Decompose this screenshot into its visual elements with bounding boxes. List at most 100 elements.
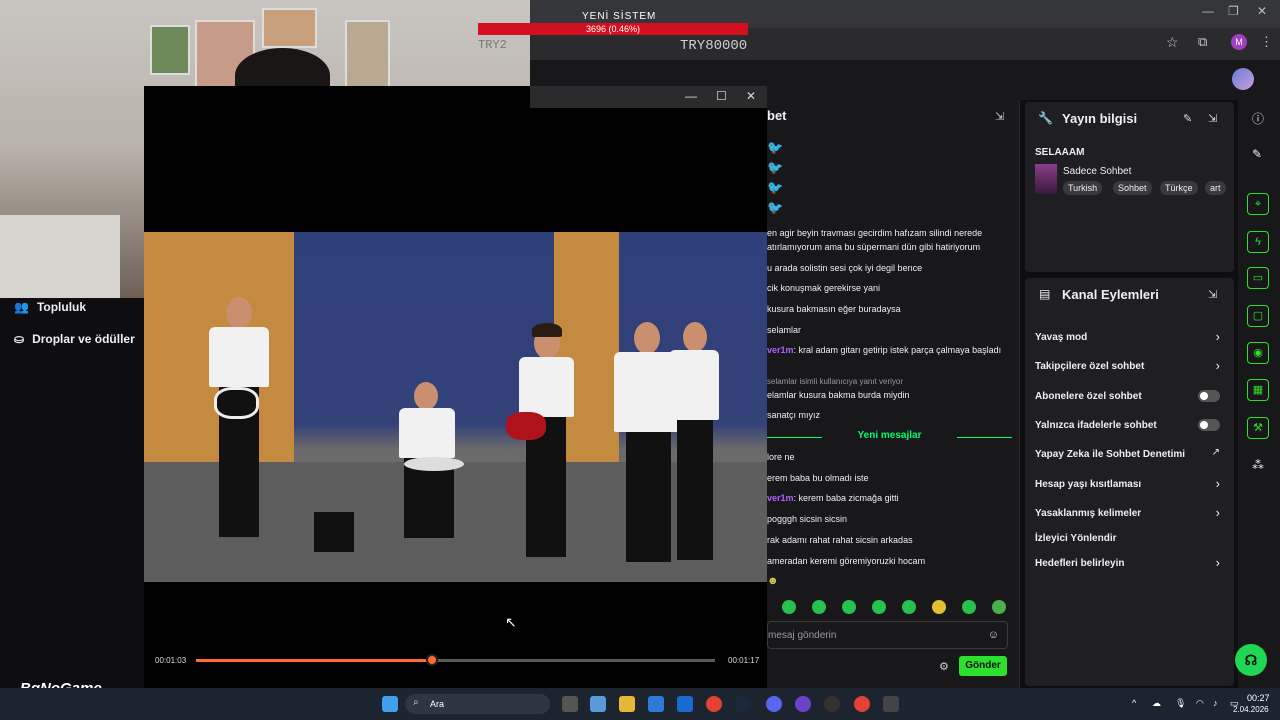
close-icon[interactable]: ✕ bbox=[746, 89, 756, 103]
pencil-icon[interactable]: ✎ bbox=[1252, 147, 1262, 161]
broadcast-icon[interactable]: ◉ bbox=[1247, 342, 1269, 364]
clip-icon[interactable]: ⌖ bbox=[1247, 193, 1269, 215]
category-boxart[interactable] bbox=[1035, 164, 1057, 194]
action-slow-mode[interactable]: Yavaş mod bbox=[1035, 332, 1087, 343]
channel-actions-panel: ▤ Kanal Eylemleri ⇲ Yavaş mod › Takipçil… bbox=[1025, 278, 1234, 686]
steam-icon[interactable] bbox=[735, 696, 751, 712]
clock-time[interactable]: 00:27 bbox=[1247, 693, 1270, 703]
wifi-icon[interactable]: ◠ bbox=[1196, 698, 1204, 709]
chat-bubble-icon[interactable]: ▢ bbox=[1247, 305, 1269, 327]
desk bbox=[0, 215, 120, 298]
bird-emote: 🐦 bbox=[767, 160, 784, 175]
mouse-cursor: ↖ bbox=[505, 614, 517, 630]
seek-handle[interactable] bbox=[426, 654, 438, 666]
nav-item-drops[interactable]: ⛀ Droplar ve ödüller bbox=[14, 332, 135, 346]
user-avatar[interactable] bbox=[1232, 68, 1254, 90]
tag[interactable]: art bbox=[1205, 181, 1226, 195]
help-icon[interactable]: ☊ bbox=[1235, 644, 1267, 676]
file-explorer-icon[interactable] bbox=[619, 696, 635, 712]
tag[interactable]: Türkçe bbox=[1160, 181, 1198, 195]
emoji-picker-icon[interactable]: ☺ bbox=[988, 629, 999, 641]
app-icon[interactable] bbox=[795, 696, 811, 712]
chrome-icon[interactable] bbox=[706, 696, 722, 712]
chrome-icon[interactable] bbox=[854, 696, 870, 712]
store-icon[interactable] bbox=[648, 696, 664, 712]
stream-info-panel: 🔧 Yayın bilgisi ✎ ⇲ SELAAAM Sadece Sohbe… bbox=[1025, 102, 1234, 272]
wall-poster bbox=[262, 8, 317, 48]
chat-panel: bet ⇲ 🐦 🐦 🐦 🐦 en agir beyin travması gec… bbox=[767, 100, 1020, 688]
emote-button[interactable] bbox=[782, 600, 796, 614]
action-follower-only[interactable]: Takipçilere özel sohbet bbox=[1035, 361, 1144, 372]
chevron-right-icon[interactable]: › bbox=[1216, 555, 1220, 570]
discord-icon[interactable] bbox=[766, 696, 782, 712]
chevron-right-icon[interactable]: › bbox=[1216, 505, 1220, 520]
duration: 00:01:17 bbox=[728, 656, 760, 665]
action-emote-only[interactable]: Yalnızca ifadelerle sohbet bbox=[1035, 420, 1157, 431]
tray-overflow-icon[interactable]: ^ bbox=[1132, 698, 1136, 708]
search-box[interactable]: ⌕ Ara bbox=[405, 694, 550, 714]
lightning-icon[interactable]: ϟ bbox=[1247, 231, 1269, 253]
chat-message: erem baba bu olmadı iste bbox=[767, 473, 869, 483]
document-icon[interactable]: ▭ bbox=[1247, 267, 1269, 289]
wrench-icon: 🔧 bbox=[1038, 111, 1053, 125]
wrench-icon[interactable]: ⚒ bbox=[1247, 417, 1269, 439]
emote-button[interactable] bbox=[872, 600, 886, 614]
video-frame[interactable] bbox=[144, 232, 767, 582]
chat-settings-icon[interactable]: ⚙ bbox=[939, 660, 949, 673]
clock-date[interactable]: 2.04.2026 bbox=[1233, 705, 1269, 714]
edit-icon[interactable]: ✎ bbox=[1183, 112, 1192, 125]
action-subscriber-only[interactable]: Abonelere özel sohbet bbox=[1035, 391, 1142, 402]
emote-button[interactable] bbox=[932, 600, 946, 614]
extensions-icon[interactable]: ⁂ bbox=[1252, 458, 1264, 472]
chevron-right-icon[interactable]: › bbox=[1216, 476, 1220, 491]
chat-input-placeholder: mesaj gönderin bbox=[768, 630, 837, 641]
chat-input[interactable]: mesaj gönderin ☺ bbox=[767, 621, 1008, 649]
mic-icon[interactable]: 🎙 bbox=[1175, 698, 1186, 709]
emote-button[interactable] bbox=[902, 600, 916, 614]
chevron-right-icon[interactable]: › bbox=[1216, 329, 1220, 344]
category-name[interactable]: Sadece Sohbet bbox=[1063, 166, 1131, 177]
profile-avatar[interactable]: M bbox=[1231, 34, 1247, 50]
emote-button[interactable] bbox=[962, 600, 976, 614]
external-link-icon[interactable]: ↗ bbox=[1212, 447, 1220, 458]
bookmark-star-icon[interactable]: ☆ bbox=[1166, 34, 1179, 51]
close-icon[interactable]: ✕ bbox=[1257, 4, 1267, 18]
overlay-watermark: TRY2 bbox=[478, 38, 507, 52]
stream-info-title: Yayın bilgisi bbox=[1062, 111, 1138, 126]
media-player-icon[interactable] bbox=[883, 696, 899, 712]
task-view-icon[interactable] bbox=[562, 696, 578, 712]
minimize-icon[interactable]: — bbox=[1202, 4, 1214, 18]
action-banned-words[interactable]: Yasaklanmış kelimeler bbox=[1035, 508, 1141, 519]
cloud-icon[interactable]: ☁ bbox=[1152, 698, 1161, 709]
maximize-icon[interactable]: ☐ bbox=[716, 89, 727, 103]
action-account-age[interactable]: Hesap yaşı kısıtlaması bbox=[1035, 479, 1141, 490]
start-icon[interactable] bbox=[382, 696, 398, 712]
obs-icon[interactable] bbox=[824, 696, 840, 712]
send-button[interactable]: Gönder bbox=[959, 656, 1007, 676]
layout-icon[interactable]: ▦ bbox=[1247, 379, 1269, 401]
popout-icon[interactable]: ⇲ bbox=[1208, 288, 1217, 301]
extensions-icon[interactable]: ⧉ bbox=[1198, 34, 1207, 50]
amplifier bbox=[314, 512, 354, 552]
action-automod[interactable]: Yapay Zeka ile Sohbet Denetimi bbox=[1035, 449, 1185, 460]
emote-button[interactable] bbox=[842, 600, 856, 614]
menu-icon[interactable]: ⋮ bbox=[1260, 34, 1273, 50]
popout-icon[interactable]: ⇲ bbox=[1208, 112, 1217, 125]
action-raid[interactable]: İzleyici Yönlendir bbox=[1035, 533, 1117, 544]
volume-icon[interactable]: ♪ bbox=[1213, 698, 1218, 708]
chevron-right-icon[interactable]: › bbox=[1216, 358, 1220, 373]
popout-icon[interactable]: ⇲ bbox=[995, 110, 1004, 123]
action-goals[interactable]: Hedefleri belirleyin bbox=[1035, 558, 1124, 569]
tag[interactable]: Turkish bbox=[1063, 181, 1103, 195]
restore-icon[interactable]: ❐ bbox=[1228, 4, 1239, 18]
info-icon[interactable]: ⓘ bbox=[1252, 110, 1264, 127]
mail-icon[interactable] bbox=[677, 696, 693, 712]
subscriber-only-toggle[interactable] bbox=[1198, 390, 1220, 402]
minimize-icon[interactable]: — bbox=[685, 89, 697, 103]
nav-item-community[interactable]: 👥 Topluluk bbox=[14, 300, 86, 314]
emote-only-toggle[interactable] bbox=[1198, 419, 1220, 431]
tag[interactable]: Sohbet bbox=[1113, 181, 1152, 195]
emote-button[interactable] bbox=[812, 600, 826, 614]
widgets-icon[interactable] bbox=[590, 696, 606, 712]
emote-button[interactable] bbox=[992, 600, 1006, 614]
